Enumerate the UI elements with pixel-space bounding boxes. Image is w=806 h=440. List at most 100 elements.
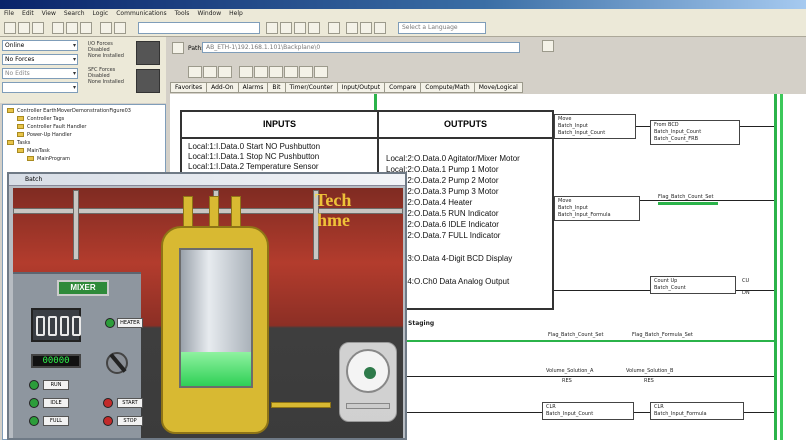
selector-knob[interactable] — [106, 352, 128, 374]
menu-help[interactable]: Help — [229, 9, 243, 19]
otl-icon[interactable] — [284, 66, 298, 78]
energized-contact-bar — [658, 202, 718, 205]
branch-level-icon[interactable] — [218, 66, 232, 78]
tree-item-fault-handler[interactable]: Controller Fault Handler — [7, 123, 161, 131]
zoom-fit-icon[interactable] — [374, 22, 386, 34]
search-combo[interactable] — [138, 22, 260, 34]
open-icon[interactable] — [18, 22, 30, 34]
edits-combo[interactable]: No Edits — [2, 68, 78, 79]
cross-reference-icon[interactable] — [308, 22, 320, 34]
mov-instruction-2[interactable]: Move Batch_Input Batch_Input_Formula — [554, 196, 640, 221]
menu-edit[interactable]: Edit — [22, 9, 34, 19]
batch-3d-scene[interactable]: Tech hme MIXER 00000 HEATER RUN IDLE FUL… — [13, 188, 403, 438]
tree-item-main-program[interactable]: MainProgram — [7, 155, 161, 163]
tree-item-power-up-handler[interactable]: Power-Up Handler — [7, 131, 161, 139]
tab-add-on[interactable]: Add-On — [206, 82, 239, 93]
save-icon[interactable] — [32, 22, 44, 34]
tree-item-controller[interactable]: Controller EarthMoverDemonstrationFigure… — [7, 107, 161, 115]
menu-search[interactable]: Search — [64, 9, 85, 19]
clr-instruction-2[interactable]: CLR Batch_Input_Formula — [650, 402, 744, 420]
path-icon — [172, 42, 184, 54]
frd-instruction[interactable]: From BCD Batch_Input_Count Batch_Count_F… — [650, 120, 740, 145]
mixer-button[interactable]: MIXER — [57, 280, 109, 296]
stop-button[interactable] — [103, 416, 113, 426]
digit-wheel[interactable] — [36, 316, 45, 336]
browse-logic-icon[interactable] — [294, 22, 306, 34]
menu-bar: File Edit View Search Logic Communicatio… — [0, 9, 806, 19]
batch-simulator-window[interactable]: Batch Tech hme MIXER 00000 HEATER RUN ID… — [7, 172, 407, 440]
flag-batch-count-contact-2[interactable]: Flag_Batch_Count_Set — [548, 332, 603, 338]
tab-compare[interactable]: Compare — [384, 82, 422, 93]
run-lamp — [29, 380, 39, 390]
xic-icon[interactable] — [239, 66, 253, 78]
zoom-slider[interactable] — [346, 403, 390, 409]
menu-file[interactable]: File — [4, 9, 14, 19]
idle-lamp — [29, 398, 39, 408]
paste-icon[interactable] — [80, 22, 92, 34]
menu-window[interactable]: Window — [197, 9, 221, 19]
new-icon[interactable] — [4, 22, 16, 34]
cut-icon[interactable] — [52, 22, 64, 34]
properties-icon[interactable] — [328, 22, 340, 34]
menu-logic[interactable]: Logic — [93, 9, 109, 19]
view-eye-icon — [364, 367, 376, 379]
tree-item-main-task[interactable]: MainTask — [7, 147, 161, 155]
online-status-panel: Online No Forces No Edits I/O Forces Dis… — [0, 37, 166, 103]
rung-icon[interactable] — [188, 66, 202, 78]
flag-batch-count-contact[interactable]: Flag_Batch_Count_Set — [658, 194, 713, 200]
tank-liquid-level — [181, 352, 251, 386]
tab-compute-math[interactable]: Compute/Math — [420, 82, 475, 93]
mode-combo[interactable]: Online — [2, 40, 78, 51]
camera-navigation-pad[interactable] — [339, 342, 397, 422]
volume-b-tag[interactable]: Volume_Solution_B — [626, 368, 673, 374]
inlet-pipe — [209, 196, 219, 228]
redundancy-combo[interactable] — [2, 82, 78, 93]
flag-batch-formula-contact[interactable]: Flag_Batch_Formula_Set — [632, 332, 693, 338]
mov-instruction[interactable]: Move Batch_Input Batch_Input_Count — [554, 114, 636, 139]
path-input[interactable]: AB_ETH-1\192.168.1.101\Backplane\0 — [202, 42, 520, 53]
output-row: Local:2:O.Data.0 Agitator/Mixer Motor — [386, 154, 520, 163]
redo-icon[interactable] — [114, 22, 126, 34]
forces-combo[interactable]: No Forces — [2, 54, 78, 65]
tab-timer-counter[interactable]: Timer/Counter — [284, 82, 338, 93]
undo-icon[interactable] — [100, 22, 112, 34]
xio-icon[interactable] — [254, 66, 268, 78]
digit-wheel[interactable] — [48, 316, 57, 336]
folder-icon — [17, 116, 24, 121]
tab-bit[interactable]: Bit — [267, 82, 286, 93]
digit-wheel[interactable] — [72, 316, 81, 336]
ons-icon[interactable] — [314, 66, 328, 78]
clr-instruction-1[interactable]: CLR Batch_Input_Count — [542, 402, 634, 420]
zoom-out-icon[interactable] — [360, 22, 372, 34]
zoom-in-icon[interactable] — [346, 22, 358, 34]
instruction-tabs: Favorites Add-On Alarms Bit Timer/Counte… — [170, 82, 523, 93]
language-select[interactable]: Select a Language — [398, 22, 486, 34]
tree-item-tasks[interactable]: Tasks — [7, 139, 161, 147]
outputs-header: OUTPUTS — [379, 112, 552, 139]
digit-wheel[interactable] — [60, 316, 69, 336]
verify-controller-icon[interactable] — [280, 22, 292, 34]
tab-move-logical[interactable]: Move/Logical — [473, 82, 523, 93]
start-button[interactable] — [103, 398, 113, 408]
batch-window-title[interactable]: Batch — [9, 174, 405, 186]
volume-a-tag[interactable]: Volume_Solution_A — [546, 368, 593, 374]
tab-input-output[interactable]: Input/Output — [336, 82, 386, 93]
title-text — [0, 1, 20, 8]
otu-icon[interactable] — [299, 66, 313, 78]
menu-communications[interactable]: Communications — [116, 9, 166, 19]
tab-favorites[interactable]: Favorites — [170, 82, 208, 93]
heater-lamp — [105, 318, 115, 328]
network-icon[interactable] — [542, 40, 554, 52]
folder-icon — [7, 108, 14, 113]
branch-icon[interactable] — [203, 66, 217, 78]
menu-tools[interactable]: Tools — [175, 9, 190, 19]
ctu-instruction[interactable]: Count Up Batch_Count — [650, 276, 736, 294]
ote-icon[interactable] — [269, 66, 283, 78]
copy-icon[interactable] — [66, 22, 78, 34]
orbit-control[interactable] — [346, 349, 390, 393]
thumbwheel-display[interactable] — [31, 308, 81, 342]
tab-alarms[interactable]: Alarms — [237, 82, 269, 93]
verify-icon[interactable] — [266, 22, 278, 34]
menu-view[interactable]: View — [42, 9, 56, 19]
tree-item-controller-tags[interactable]: Controller Tags — [7, 115, 161, 123]
